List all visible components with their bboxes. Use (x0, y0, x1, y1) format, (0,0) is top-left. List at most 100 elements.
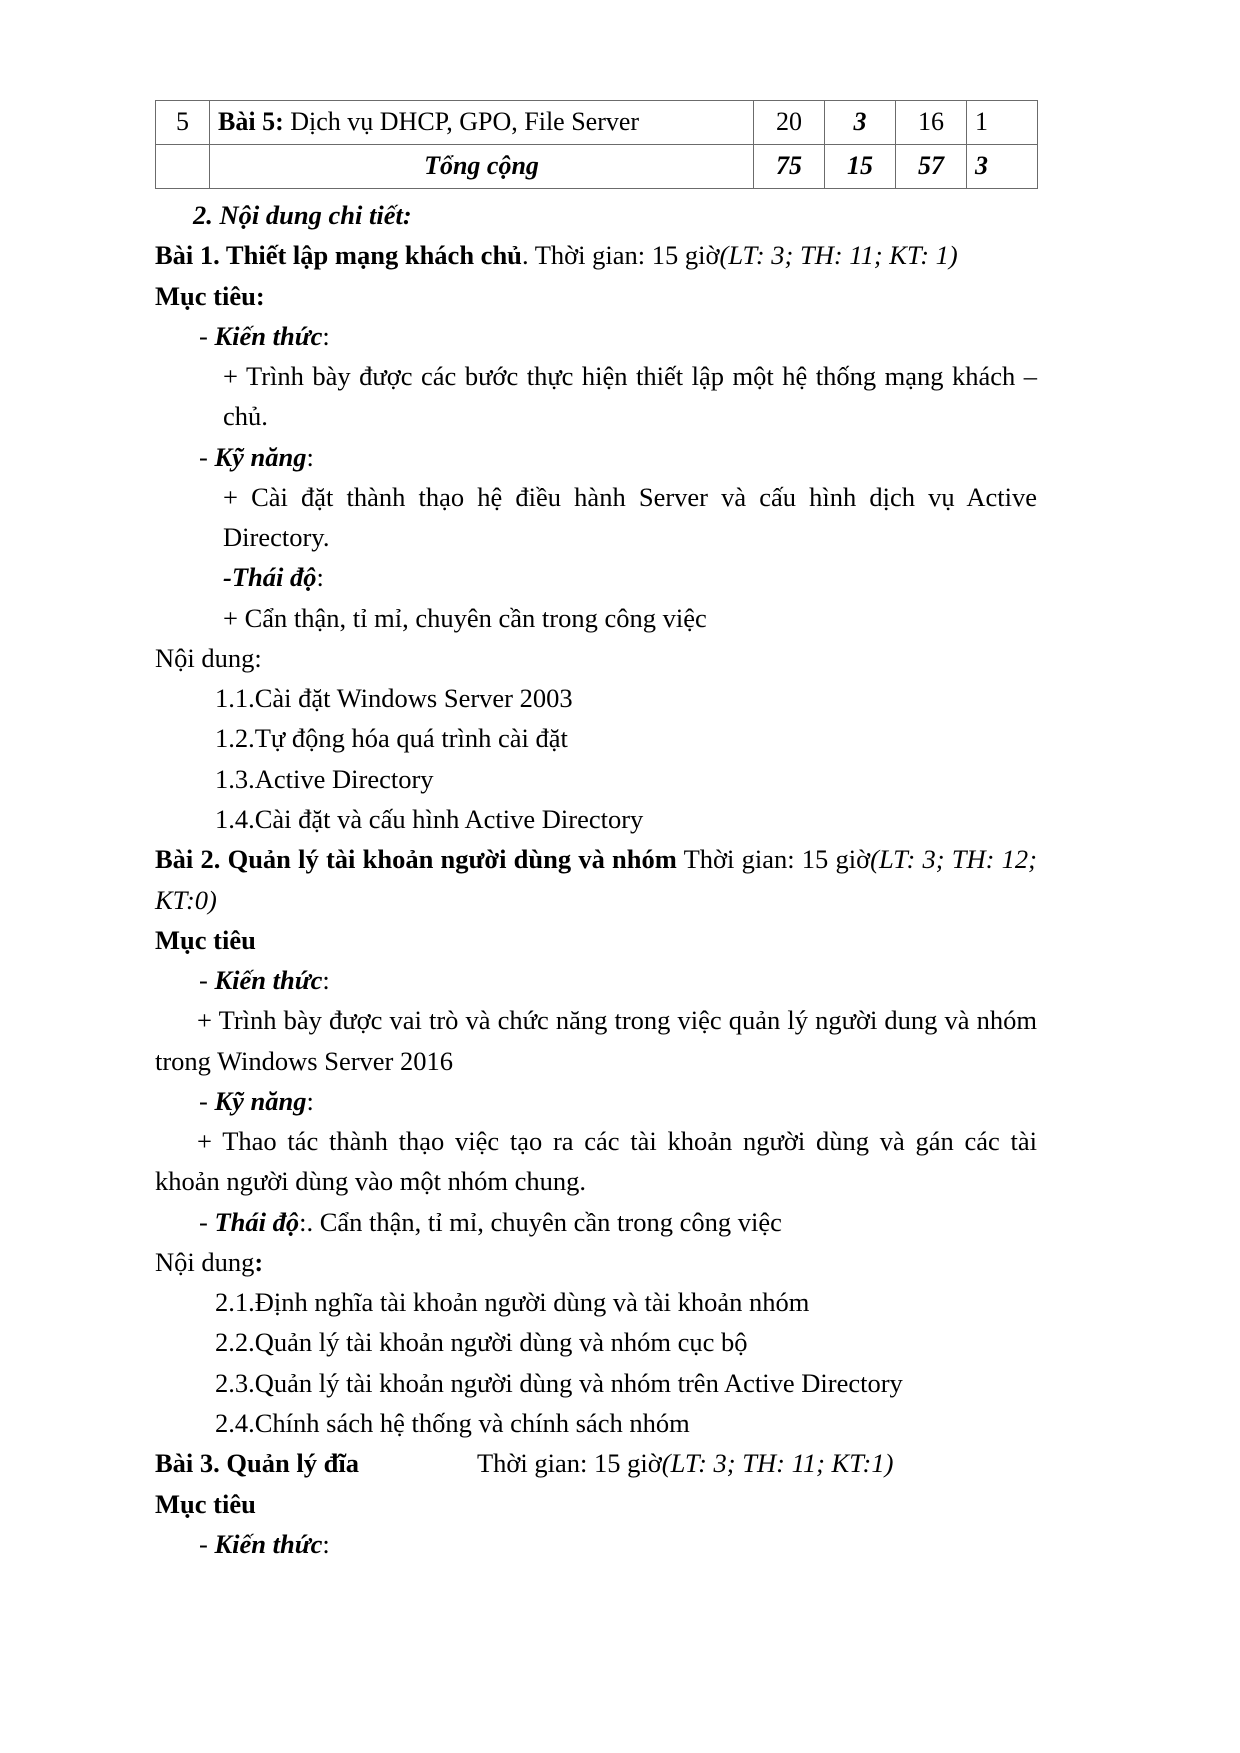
content-item-text: 1.1.Cài đặt Windows Server 2003 (215, 683, 573, 714)
knowledge-colon: : (322, 1528, 330, 1559)
knowledge-body-text: + Trình bày được vai trò và chức năng tr… (155, 1005, 1037, 1076)
row-lt: 3 (853, 107, 867, 137)
knowledge-label-text: Kiến thức (214, 320, 323, 351)
lesson-1-knowledge-label: - Kiến thức: (155, 316, 1037, 356)
lesson-2-heading: Bài 2. Quản lý tài khoản người dùng và n… (155, 839, 1037, 920)
knowledge-label-text: Kiến thức (214, 965, 323, 996)
lesson-2-content-label: Nội dung: (155, 1242, 1037, 1282)
attitude-colon: : (316, 562, 324, 593)
table-row: 5 Bài 5: Dịch vụ DHCP, GPO, File Server … (155, 100, 1038, 145)
lesson-1-skill-body: + Cài đặt thành thạo hệ điều hành Server… (155, 477, 1037, 558)
row-index: 5 (176, 107, 189, 137)
list-item: 2.3.Quản lý tài khoản người dùng và nhóm… (155, 1363, 1037, 1403)
lesson-2-skill-body: + Thao tác thành thạo việc tạo ra các tà… (155, 1121, 1037, 1202)
row-title-cell: Bài 5: Dịch vụ DHCP, GPO, File Server (209, 100, 754, 145)
lesson-3-knowledge-label: - Kiến thức: (155, 1524, 1037, 1564)
lesson-2-attitude-line: - Thái độ:. Cẩn thận, tỉ mỉ, chuyên cần … (155, 1202, 1037, 1242)
lesson-1-content-label: Nội dung: (155, 638, 1037, 678)
total-kt: 3 (975, 151, 988, 181)
lesson-3-breakdown: (LT: 3; TH: 11; KT:1) (661, 1448, 894, 1479)
skill-label-text: Kỹ năng (214, 441, 307, 472)
list-item: 2.2.Quản lý tài khoản người dùng và nhóm… (155, 1322, 1037, 1362)
lesson-2-time: Thời gian: 15 giờ (676, 844, 871, 875)
list-item: 1.3.Active Directory (155, 759, 1037, 799)
knowledge-colon: : (322, 965, 330, 996)
total-sum: 75 (776, 151, 802, 181)
lesson-3-time: Thời gian: 15 giờ (476, 1448, 662, 1479)
lesson-3-objective-label: Mục tiêu (155, 1484, 1037, 1524)
total-label-cell: Tổng cộng (209, 144, 754, 189)
content-item-text: 1.3.Active Directory (215, 763, 434, 794)
list-item: 1.2.Tự động hóa quá trình cài đặt (155, 718, 1037, 758)
lesson-2-skill-label: - Kỹ năng: (155, 1081, 1037, 1121)
objective-label-text: Mục tiêu (155, 1488, 256, 1519)
knowledge-dash: - (199, 1528, 215, 1559)
list-item: 1.1.Cài đặt Windows Server 2003 (155, 678, 1037, 718)
skill-body-text: + Cài đặt thành thạo hệ điều hành Server… (223, 481, 1037, 553)
skill-colon: : (306, 441, 314, 472)
content-item-text: 2.1.Định nghĩa tài khoản người dùng và t… (215, 1287, 810, 1318)
content-label-colon: : (254, 1246, 264, 1277)
content-item-text: 1.4.Cài đặt và cấu hình Active Directory (215, 803, 644, 834)
row-title-rest: Dịch vụ DHCP, GPO, File Server (283, 107, 640, 137)
list-item: 2.4.Chính sách hệ thống và chính sách nh… (155, 1403, 1037, 1443)
total-lt-cell: 15 (824, 144, 896, 189)
content-label-text: Nội dung: (155, 642, 262, 673)
lesson-1-breakdown: (LT: 3; TH: 11; KT: 1) (719, 240, 958, 271)
knowledge-dash: - (199, 965, 215, 996)
lesson-2-knowledge-body: + Trình bày được vai trò và chức năng tr… (155, 1000, 1037, 1081)
lesson-2-knowledge-label: - Kiến thức: (155, 960, 1037, 1000)
row-total-cell: 20 (753, 100, 825, 145)
attitude-dash: - (223, 562, 232, 593)
knowledge-dash: - (199, 320, 215, 351)
total-label: Tổng cộng (424, 151, 539, 181)
list-item: 1.4.Cài đặt và cấu hình Active Directory (155, 799, 1037, 839)
lesson-1-attitude-label: -Thái độ: (155, 557, 1037, 597)
content-item-text: 2.2.Quản lý tài khoản người dùng và nhóm… (215, 1327, 748, 1358)
row-th: 16 (918, 107, 944, 137)
row-index-cell: 5 (155, 100, 210, 145)
knowledge-body-text: + Trình bày được các bước thực hiện thiế… (223, 361, 1037, 432)
lesson-1-time: . Thời gian: 15 giờ (521, 240, 720, 271)
total-sum-cell: 75 (753, 144, 825, 189)
lesson-3-title: Bài 3. Quản lý đĩa (155, 1448, 359, 1479)
content-item-text: 1.2.Tự động hóa quá trình cài đặt (215, 723, 568, 754)
page-content: 5 Bài 5: Dịch vụ DHCP, GPO, File Server … (155, 100, 1038, 1564)
table-row: Tổng cộng 75 15 57 3 (155, 144, 1038, 189)
row-th-cell: 16 (895, 100, 967, 145)
row-kt-cell: 1 (966, 100, 1038, 145)
section-heading: 2. Nội dung chi tiết: (155, 195, 1037, 235)
attitude-body-text: + Cẩn thận, tỉ mỉ, chuyên cần trong công… (223, 602, 707, 633)
lesson-1-title: Bài 1. Thiết lập mạng khách chủ (155, 240, 522, 271)
total-th-cell: 57 (895, 144, 967, 189)
section-heading-text: 2. Nội dung chi tiết: (193, 200, 412, 230)
lesson-1-knowledge-body: + Trình bày được các bước thực hiện thiế… (155, 356, 1037, 437)
attitude-label-text: Thái độ (214, 1206, 300, 1237)
skill-label-text: Kỹ năng (214, 1085, 307, 1116)
objective-label-text: Mục tiêu (155, 924, 256, 955)
row-kt: 1 (975, 107, 988, 137)
row-title-bold: Bài 5: (218, 107, 284, 137)
lesson-1-heading: Bài 1. Thiết lập mạng khách chủ. Thời gi… (155, 235, 1037, 275)
attitude-dash: - (199, 1206, 215, 1237)
knowledge-label-text: Kiến thức (214, 1528, 323, 1559)
lesson-1-skill-label: - Kỹ năng: (155, 437, 1037, 477)
skill-dash: - (199, 1085, 215, 1116)
content-label-text: Nội dung (155, 1246, 255, 1277)
list-item: 2.1.Định nghĩa tài khoản người dùng và t… (155, 1282, 1037, 1322)
content-item-text: 2.3.Quản lý tài khoản người dùng và nhóm… (215, 1367, 903, 1398)
total-th: 57 (918, 151, 944, 181)
content-item-text: 2.4.Chính sách hệ thống và chính sách nh… (215, 1407, 690, 1438)
row-lt-cell: 3 (824, 100, 896, 145)
document-page: 5 Bài 5: Dịch vụ DHCP, GPO, File Server … (0, 0, 1240, 1753)
attitude-body-text: :. Cẩn thận, tỉ mỉ, chuyên cần trong côn… (299, 1206, 782, 1237)
course-hours-table: 5 Bài 5: Dịch vụ DHCP, GPO, File Server … (155, 100, 1038, 189)
total-kt-cell: 3 (966, 144, 1038, 189)
attitude-label-text: Thái độ (231, 562, 317, 593)
total-index-cell (155, 144, 210, 189)
skill-dash: - (199, 441, 215, 472)
knowledge-colon: : (322, 320, 330, 351)
lesson-2-objective-label: Mục tiêu (155, 920, 1037, 960)
total-lt: 15 (847, 151, 873, 181)
skill-body-text: + Thao tác thành thạo việc tạo ra các tà… (155, 1126, 1037, 1197)
